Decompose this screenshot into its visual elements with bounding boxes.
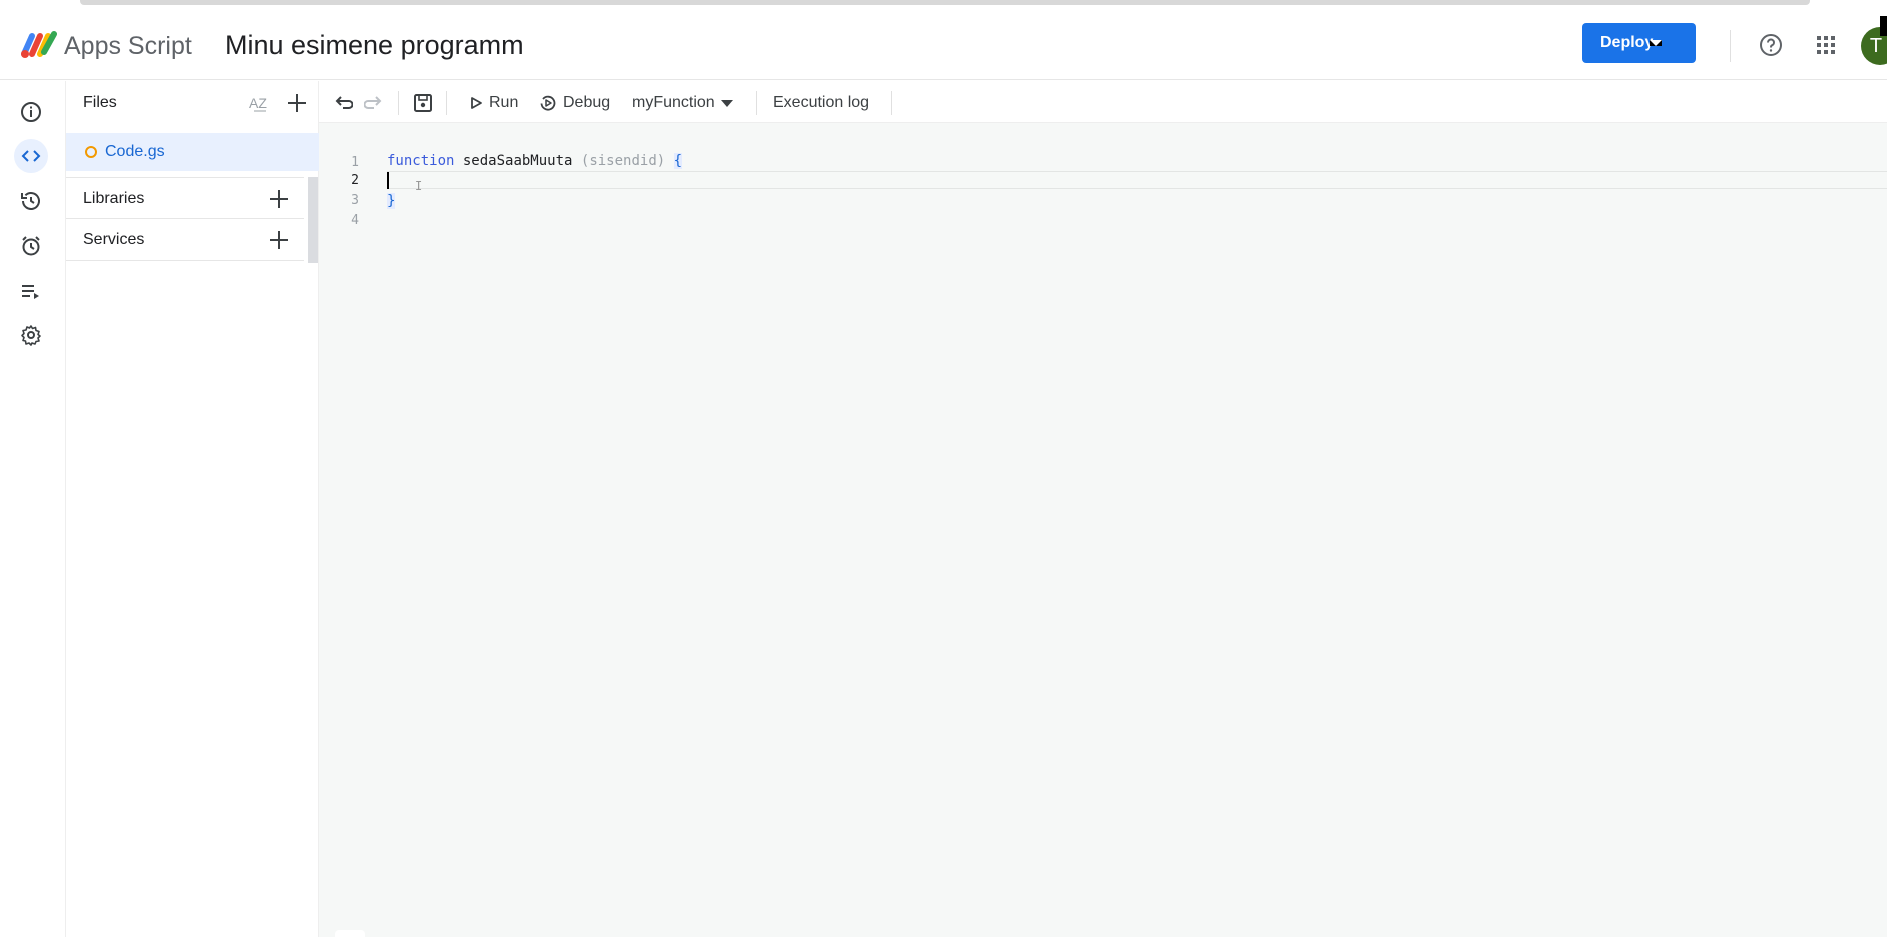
triggers-button[interactable] xyxy=(14,229,48,263)
settings-icon xyxy=(21,325,41,346)
function-select-value: myFunction xyxy=(632,94,715,111)
add-file-icon[interactable] xyxy=(284,90,310,116)
history-icon xyxy=(21,192,40,210)
debug-label: Debug xyxy=(563,94,611,111)
files-panel: Files AZ Code.gs Libraries Services xyxy=(66,81,319,937)
code-line-1[interactable]: function sedaSaabMuuta (sisendid) { xyxy=(387,153,683,169)
undo-icon[interactable] xyxy=(333,91,353,115)
line-number: 2 xyxy=(351,173,359,188)
run-label: Run xyxy=(489,94,519,111)
run-button[interactable]: Run xyxy=(469,91,518,115)
add-service-icon[interactable] xyxy=(266,227,292,253)
scroll-strip xyxy=(80,0,1810,5)
info-icon xyxy=(21,102,41,122)
app-name[interactable]: Apps Script xyxy=(64,32,192,61)
chevron-down-icon xyxy=(1650,40,1662,46)
corner-mark xyxy=(1880,16,1887,36)
save-icon[interactable] xyxy=(412,91,434,115)
services-label: Services xyxy=(83,231,145,248)
files-title: Files xyxy=(83,94,117,111)
execution-log-label: Execution log xyxy=(773,94,870,111)
left-nav-rail xyxy=(0,81,66,937)
editor-button[interactable] xyxy=(14,139,48,173)
app-header: Apps Script Minu esimene programm Deploy… xyxy=(0,8,1887,80)
code-line-3[interactable]: } xyxy=(387,193,396,209)
files-header: Files AZ xyxy=(66,81,319,123)
code-open-brace: { xyxy=(673,153,683,169)
overview-button[interactable] xyxy=(14,95,48,129)
project-title[interactable]: Minu esimene programm xyxy=(225,30,524,61)
ibeam-cursor-icon: I xyxy=(415,179,423,193)
svg-text:AZ: AZ xyxy=(249,95,267,111)
execution-log-button[interactable]: Execution log xyxy=(773,91,869,115)
executions-button[interactable] xyxy=(14,274,48,308)
code-keyword: function xyxy=(387,153,455,169)
file-status-icon xyxy=(85,146,97,158)
add-library-icon[interactable] xyxy=(266,186,292,212)
editor-toolbar: Run Debug myFunction Execution log xyxy=(319,81,1887,123)
file-name: Code.gs xyxy=(105,143,165,160)
line-number: 3 xyxy=(351,193,359,208)
toolbar-divider xyxy=(756,91,757,115)
toolbar-divider xyxy=(891,91,892,115)
header-divider xyxy=(1730,30,1731,62)
code-editor-icon xyxy=(21,150,41,162)
google-apps-icon[interactable] xyxy=(1814,33,1838,57)
triggers-icon xyxy=(22,236,40,256)
deploy-button[interactable]: Deploy xyxy=(1582,23,1696,63)
code-params: (sisendid) xyxy=(580,153,666,169)
toolbar-divider xyxy=(446,91,447,115)
executions-icon xyxy=(22,285,39,299)
text-cursor xyxy=(387,172,389,189)
current-line-highlight xyxy=(387,171,1887,189)
line-number: 1 xyxy=(351,155,359,170)
caret-down-icon xyxy=(720,99,733,107)
project-settings-button[interactable] xyxy=(14,318,48,352)
function-select[interactable]: myFunction xyxy=(632,91,733,115)
code-editor[interactable]: 1 2 3 4 function sedaSaabMuuta (sisendid… xyxy=(319,123,1887,937)
toolbar-divider xyxy=(398,91,399,115)
sort-az-icon[interactable]: AZ xyxy=(248,91,272,115)
play-icon xyxy=(471,97,482,109)
browser-top-strip xyxy=(0,0,1887,8)
libraries-section[interactable]: Libraries xyxy=(66,177,304,219)
deploy-label: Deploy xyxy=(1600,34,1654,51)
project-history-button[interactable] xyxy=(14,184,48,218)
apps-script-logo-icon[interactable] xyxy=(20,28,58,60)
files-scrollbar[interactable] xyxy=(308,177,318,263)
redo-icon[interactable] xyxy=(364,91,384,115)
bottom-panel-handle[interactable] xyxy=(335,930,365,937)
file-item-code-gs[interactable]: Code.gs xyxy=(66,133,319,171)
debug-icon xyxy=(540,95,556,111)
libraries-label: Libraries xyxy=(83,190,145,207)
line-number: 4 xyxy=(351,213,359,228)
services-section[interactable]: Services xyxy=(66,219,304,261)
help-icon[interactable] xyxy=(1758,32,1784,58)
code-close-brace: } xyxy=(387,193,396,209)
code-function-name: sedaSaabMuuta xyxy=(462,153,573,169)
debug-button[interactable]: Debug xyxy=(539,91,610,115)
